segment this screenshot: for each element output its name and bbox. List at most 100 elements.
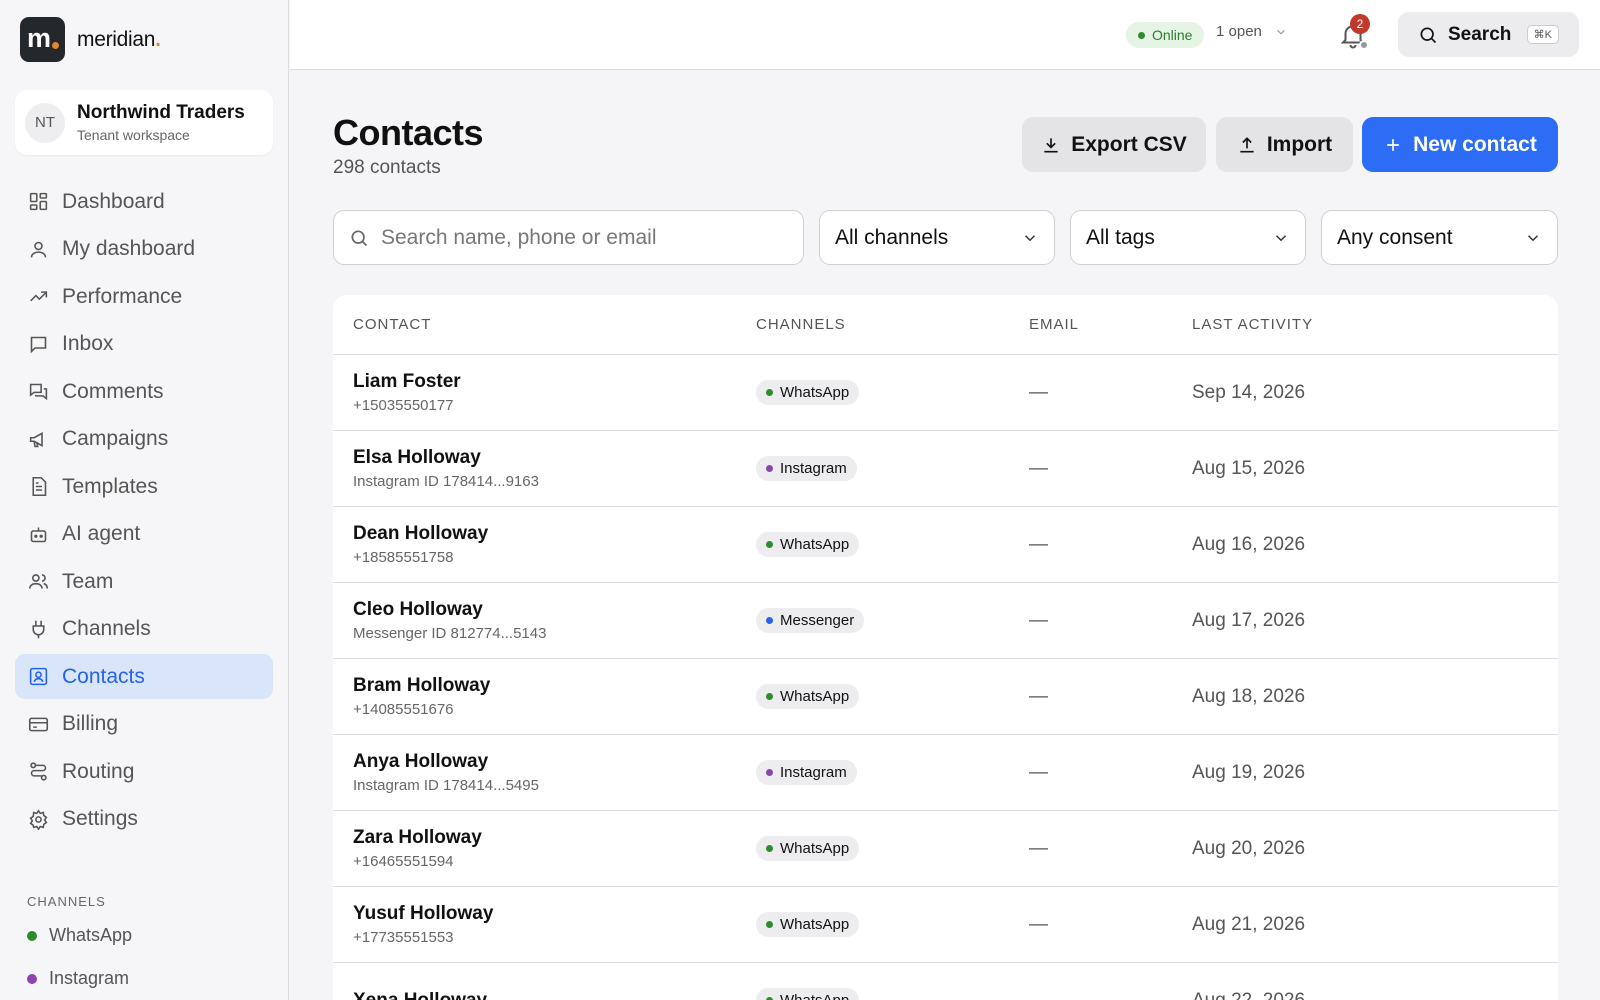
table-row[interactable]: Elsa Holloway Instagram ID 178414...9163 I… (333, 431, 1558, 507)
sidebar-item-channels[interactable]: Channels (15, 607, 273, 652)
contact-name[interactable]: Dean Holloway (353, 523, 756, 545)
sidebar-nav: Dashboard My dashboard Performance Inbox… (15, 179, 273, 844)
contact-name[interactable]: Anya Holloway (353, 751, 756, 773)
sidebar-item-label: Settings (62, 807, 138, 830)
channel-chip: Instagram (756, 760, 857, 785)
consent-filter[interactable]: Any consent (1321, 210, 1558, 265)
last-activity-cell: Aug 21, 2026 (1192, 914, 1558, 936)
contacts-table: CONTACT CHANNELS EMAIL LAST ACTIVITY Lia… (333, 295, 1558, 1000)
table-row[interactable]: Xena Holloway WhatsApp Aug 22, 2026 (333, 963, 1558, 1000)
brand[interactable]: m meridian. (20, 17, 161, 62)
open-conversations-selector[interactable]: 1 open (1216, 23, 1288, 40)
channel-chip: Instagram (756, 456, 857, 481)
sidebar-item-label: AI agent (62, 522, 141, 545)
contact-name[interactable]: Cleo Holloway (353, 599, 756, 621)
column-header-channels[interactable]: CHANNELS (756, 316, 1029, 333)
last-activity-cell: Aug 15, 2026 (1192, 458, 1558, 480)
contact-card-icon (29, 667, 48, 686)
contact-identifier: Messenger ID 812774...5143 (353, 625, 547, 642)
sidebar-item-comments[interactable]: Comments (15, 369, 273, 414)
sidebar-item-settings[interactable]: Settings (15, 797, 273, 842)
channels-cell: Instagram (756, 456, 1029, 481)
channel-label: Instagram (49, 968, 130, 988)
button-label: Export CSV (1071, 132, 1187, 156)
contact-name[interactable]: Yusuf Holloway (353, 903, 756, 925)
table-row[interactable]: Liam Foster +15035550177 WhatsApp — Sep 14, … (333, 355, 1558, 431)
contact-name[interactable]: Xena Holloway (353, 990, 756, 1000)
user-status-dot (1359, 40, 1369, 50)
sidebar-item-my-dashboard[interactable]: My dashboard (15, 227, 273, 272)
contact-name[interactable]: Zara Holloway (353, 827, 756, 849)
plug-icon (32, 620, 45, 638)
sidebar-item-team[interactable]: Team (15, 559, 273, 604)
workspace-switcher[interactable]: NT Northwind Traders Tenant workspace (15, 90, 273, 155)
channels-cell: Instagram (756, 760, 1029, 785)
email-cell: — (1029, 686, 1192, 708)
contact-name[interactable]: Liam Foster (353, 371, 756, 393)
column-header-last-activity[interactable]: LAST ACTIVITY (1192, 316, 1558, 333)
new-contact-button[interactable]: New contact (1362, 117, 1558, 172)
contact-cell: Zara Holloway +16465551594 (333, 827, 756, 870)
contact-name[interactable]: Elsa Holloway (353, 447, 756, 469)
import-button[interactable]: Import (1216, 117, 1353, 172)
table-row[interactable]: Anya Holloway Instagram ID 178414...5495 I… (333, 735, 1558, 811)
table-row[interactable]: Dean Holloway +18585551758 WhatsApp — Aug 16… (333, 507, 1558, 583)
status-badge[interactable]: Online (1126, 22, 1205, 48)
filter-value: All tags (1086, 225, 1155, 249)
sidebar-item-dashboard[interactable]: Dashboard (15, 179, 273, 224)
contact-cell: Yusuf Holloway +17735551553 (333, 903, 756, 946)
channel-dot (766, 769, 773, 776)
sidebar-item-templates[interactable]: Templates (15, 464, 273, 509)
topbar: Online 1 open 2 Search ⌘K (290, 0, 1600, 70)
sidebar-item-label: Templates (62, 474, 158, 498)
sidebar-item-contacts[interactable]: Contacts (15, 654, 273, 699)
channel-filter[interactable]: All channels (819, 210, 1055, 265)
contact-count: 298 contacts (333, 157, 441, 178)
contact-name[interactable]: Bram Holloway (353, 675, 756, 697)
channel-dot (766, 617, 773, 624)
sidebar-item-performance[interactable]: Performance (15, 274, 273, 319)
sidebar-item-label: Team (62, 569, 114, 593)
sidebar-item-ai-agent[interactable]: AI agent (15, 512, 273, 557)
status-label: Online (1152, 27, 1193, 43)
sidebar-channel-whatsapp[interactable]: WhatsApp (27, 925, 132, 946)
email-value: — (1029, 913, 1048, 935)
channels-cell: WhatsApp (756, 532, 1029, 557)
search-label: Search (1448, 23, 1512, 45)
table-row[interactable]: Cleo Holloway Messenger ID 812774...5143 M… (333, 583, 1558, 659)
sidebar-item-inbox[interactable]: Inbox (15, 322, 273, 367)
table-row[interactable]: Zara Holloway +16465551594 WhatsApp — Aug 20… (333, 811, 1558, 887)
channel-label: WhatsApp (780, 916, 850, 933)
email-value: — (1029, 609, 1048, 631)
channels-cell: WhatsApp (756, 380, 1029, 405)
sidebar-channel-instagram[interactable]: Instagram (27, 968, 129, 989)
sidebar-item-routing[interactable]: Routing (15, 749, 273, 794)
routing-icon (30, 762, 47, 781)
upload-icon (1240, 136, 1254, 152)
chevron-down-icon (1275, 234, 1287, 241)
channel-label: Messenger (780, 612, 855, 629)
last-activity-cell: Aug 20, 2026 (1192, 838, 1558, 860)
sidebar-item-campaigns[interactable]: Campaigns (15, 417, 273, 462)
sidebar-item-billing[interactable]: Billing (15, 702, 273, 747)
channel-label: WhatsApp (780, 536, 850, 553)
contact-cell: Elsa Holloway Instagram ID 178414...9163 (333, 447, 756, 490)
column-header-email[interactable]: EMAIL (1029, 316, 1192, 333)
document-icon (32, 476, 47, 497)
table-row[interactable]: Yusuf Holloway +17735551553 WhatsApp — Aug 2… (333, 887, 1558, 963)
last-activity-date: Aug 19, 2026 (1192, 761, 1306, 783)
tags-filter[interactable]: All tags (1070, 210, 1306, 265)
workspace-name: Northwind Traders (77, 102, 245, 123)
contact-cell: Anya Holloway Instagram ID 178414...5495 (333, 751, 756, 794)
credit-card-icon (28, 717, 49, 731)
sidebar-item-label: My dashboard (62, 237, 196, 260)
global-search-button[interactable]: Search ⌘K (1398, 12, 1579, 57)
sidebar-item-label: Routing (62, 759, 135, 783)
email-cell: — (1029, 382, 1192, 404)
email-cell: — (1029, 838, 1192, 860)
search-input[interactable] (381, 225, 781, 250)
column-header-contact[interactable]: CONTACT (333, 316, 756, 333)
export-csv-button[interactable]: Export CSV (1022, 117, 1206, 172)
table-row[interactable]: Bram Holloway +14085551676 WhatsApp — Aug 18… (333, 659, 1558, 735)
email-cell: — (1029, 458, 1192, 480)
